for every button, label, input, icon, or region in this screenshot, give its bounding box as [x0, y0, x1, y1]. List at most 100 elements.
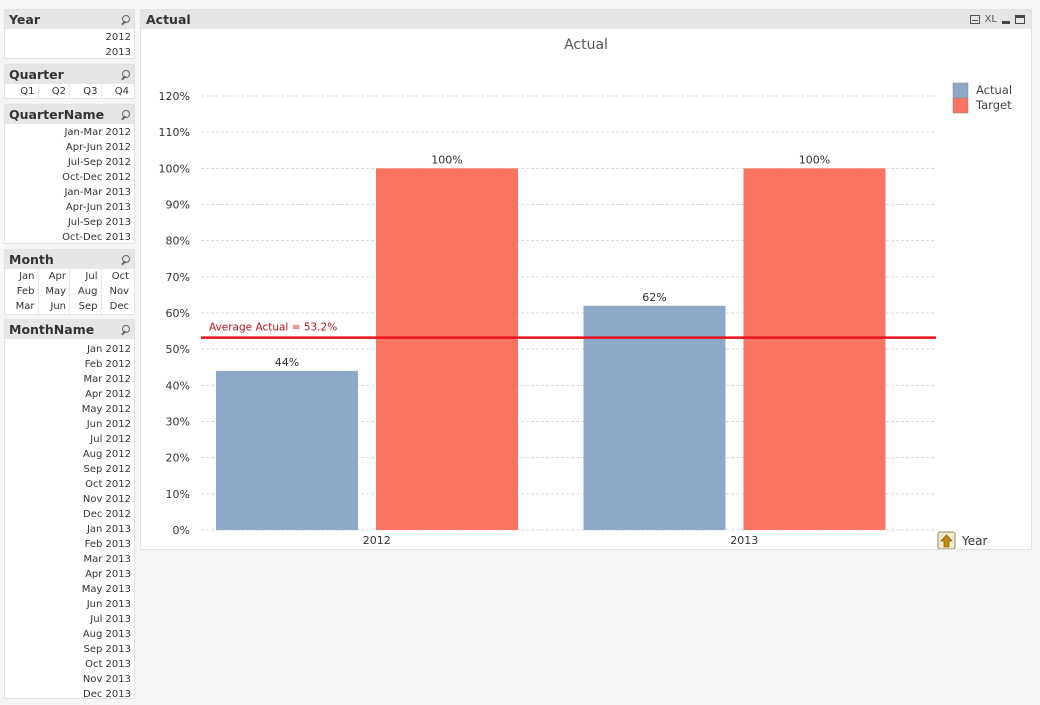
- quarter-listbox-header[interactable]: Quarter: [5, 65, 134, 84]
- y-tick-label: 70%: [166, 271, 190, 284]
- monthname-item[interactable]: Sep 2012: [8, 462, 131, 477]
- month-column: Jan Feb Mar: [7, 269, 39, 314]
- monthname-item[interactable]: Oct 2013: [8, 657, 131, 672]
- bar-target-2012[interactable]: [376, 168, 518, 531]
- y-tick-label: 80%: [166, 235, 190, 248]
- month-listbox-header[interactable]: Month: [5, 250, 134, 269]
- y-tick-label: 50%: [166, 343, 190, 356]
- month-item[interactable]: May: [39, 284, 70, 299]
- search-icon[interactable]: [120, 69, 130, 80]
- monthname-item[interactable]: May 2013: [8, 582, 131, 597]
- quarter-item[interactable]: Q4: [102, 84, 133, 99]
- reference-line-label: Average Actual = 53.2%: [209, 322, 337, 334]
- month-item[interactable]: Jul: [70, 269, 101, 284]
- quarter-item[interactable]: Q2: [39, 84, 70, 99]
- maximize-icon[interactable]: [1015, 15, 1025, 24]
- quartername-item[interactable]: Apr-Jun 2012: [8, 140, 131, 155]
- bar-target-2013[interactable]: [743, 168, 886, 531]
- monthname-listbox: MonthName Jan 2012 Feb 2012 Mar 2012 Apr 20…: [4, 319, 135, 702]
- monthname-item[interactable]: May 2012: [8, 402, 131, 417]
- y-tick-label: 10%: [166, 488, 190, 501]
- search-icon[interactable]: [120, 109, 130, 120]
- monthname-listbox-header[interactable]: MonthName: [5, 320, 134, 339]
- month-item[interactable]: Aug: [70, 284, 101, 299]
- monthname-item[interactable]: Jun 2013: [8, 597, 131, 612]
- month-item[interactable]: Nov: [102, 284, 133, 299]
- monthname-item[interactable]: Jun 2012: [8, 417, 131, 432]
- quarter-item[interactable]: Q3: [70, 84, 102, 99]
- quartername-item[interactable]: Oct-Dec 2013: [8, 230, 131, 245]
- monthname-item[interactable]: Nov 2012: [8, 492, 131, 507]
- month-item[interactable]: Oct: [102, 269, 133, 284]
- quartername-item[interactable]: Apr-Jun 2013: [8, 200, 131, 215]
- print-icon[interactable]: [969, 15, 980, 24]
- monthname-item[interactable]: Apr 2013: [8, 567, 131, 582]
- quarter-listbox-title: Quarter: [9, 67, 64, 82]
- month-listbox: Month Jan Feb Mar Apr May Jun Jul Aug Sep Oct Nov D…: [4, 249, 135, 315]
- monthname-item[interactable]: Mar 2012: [8, 372, 132, 387]
- year-listbox: Year 2012 2013: [4, 9, 135, 59]
- monthname-item[interactable]: Feb 2013: [8, 537, 131, 552]
- monthname-item[interactable]: Nov 2013: [8, 672, 131, 687]
- monthname-item[interactable]: Feb 2012: [8, 357, 131, 372]
- legend-swatch-actual[interactable]: [952, 82, 969, 99]
- legend-label[interactable]: Actual: [976, 83, 1012, 97]
- year-item[interactable]: 2012: [8, 30, 131, 45]
- month-item[interactable]: Mar: [7, 299, 38, 314]
- month-item[interactable]: Apr: [39, 269, 70, 284]
- search-icon[interactable]: [120, 324, 130, 335]
- quartername-item[interactable]: Jan-Mar 2012: [8, 125, 131, 140]
- quarter-item[interactable]: Q1: [7, 84, 39, 99]
- search-icon[interactable]: [120, 14, 130, 25]
- monthname-item[interactable]: Sep 2013: [8, 642, 131, 657]
- month-item[interactable]: Jun: [39, 299, 70, 314]
- monthname-item[interactable]: Aug 2013: [8, 627, 131, 642]
- xl-export-icon[interactable]: XL: [985, 14, 997, 25]
- monthname-item[interactable]: Jan 2012: [8, 342, 131, 357]
- search-icon[interactable]: [120, 254, 130, 265]
- legend-label[interactable]: Target: [975, 98, 1012, 112]
- quartername-listbox-header[interactable]: QuarterName: [5, 105, 134, 124]
- bar-actual-2012[interactable]: [216, 370, 358, 530]
- dimension-drill-control[interactable]: Year: [937, 531, 987, 549]
- y-tick-label: 20%: [166, 452, 190, 465]
- month-column: Apr May Jun: [39, 269, 70, 314]
- monthname-item[interactable]: Dec 2012: [8, 507, 131, 522]
- month-item[interactable]: Sep: [70, 299, 101, 314]
- monthname-item[interactable]: Mar 2013: [8, 552, 132, 567]
- quartername-listbox-title: QuarterName: [9, 107, 105, 122]
- data-label: 100%: [799, 153, 830, 166]
- y-tick-label: 60%: [166, 307, 190, 320]
- quartername-item[interactable]: Jul-Sep 2012: [8, 155, 131, 170]
- monthname-listbox-title: MonthName: [9, 322, 95, 337]
- monthname-item[interactable]: Aug 2012: [8, 447, 131, 462]
- quarter-listbox: Quarter Q1 Q2 Q3 Q4: [4, 64, 135, 99]
- month-column: Oct Nov Dec: [102, 269, 133, 314]
- quartername-item[interactable]: Jul-Sep 2013: [8, 215, 131, 230]
- legend-swatch-target[interactable]: [952, 97, 969, 114]
- y-tick-label: 110%: [159, 126, 190, 139]
- monthname-item[interactable]: Jan 2013: [8, 522, 131, 537]
- month-item[interactable]: Dec: [102, 299, 133, 314]
- monthname-item[interactable]: Jul 2012: [8, 432, 131, 447]
- month-column: Jul Aug Sep: [70, 269, 102, 314]
- month-item[interactable]: Jan: [7, 269, 38, 284]
- chart-caption-bar[interactable]: Actual XL: [141, 10, 1031, 29]
- y-tick-label: 0%: [173, 524, 190, 537]
- monthname-item[interactable]: Jul 2013: [8, 612, 131, 627]
- monthname-item[interactable]: Apr 2012: [8, 387, 131, 402]
- minimize-icon[interactable]: [1002, 21, 1010, 24]
- quartername-item[interactable]: Jan-Mar 2013: [8, 185, 131, 200]
- data-label: 44%: [275, 356, 299, 369]
- year-listbox-header[interactable]: Year: [5, 10, 134, 29]
- bar-actual-2013[interactable]: [583, 305, 726, 530]
- y-tick-label: 30%: [166, 416, 190, 429]
- month-item[interactable]: Feb: [7, 284, 38, 299]
- data-label: 62%: [642, 291, 666, 304]
- monthname-item[interactable]: Dec 2013: [8, 687, 131, 702]
- quartername-item[interactable]: Oct-Dec 2012: [8, 170, 131, 185]
- chart-object: Actual XL Actual 0% 10% 20% 30% 40% 50% 60% 70%…: [140, 9, 1032, 550]
- year-item[interactable]: 2013: [8, 45, 131, 60]
- x-tick-label: 2013: [730, 534, 758, 547]
- monthname-item[interactable]: Oct 2012: [8, 477, 131, 492]
